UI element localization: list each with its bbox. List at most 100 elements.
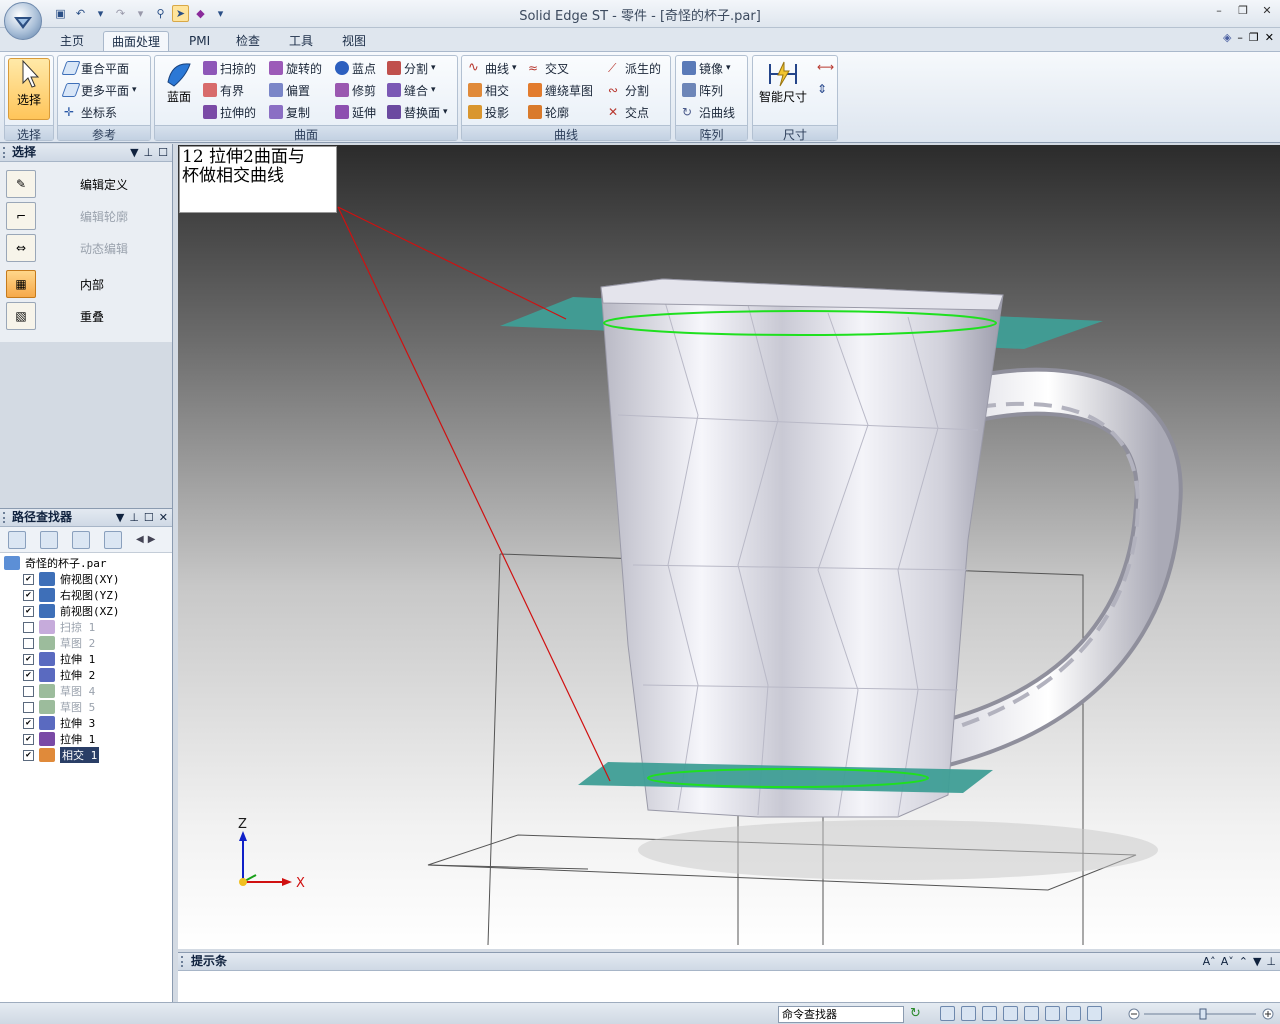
swept-button[interactable]: 扫掠的 — [203, 58, 256, 78]
extend-button[interactable]: 延伸 — [335, 102, 376, 122]
dimension-extra-icon-2[interactable]: ⇕ — [817, 82, 827, 96]
visibility-checkbox[interactable]: ✔ — [23, 653, 34, 665]
pin-icon[interactable]: ⊥ — [129, 509, 139, 526]
split-curve-button[interactable]: ∾ 分割 — [608, 80, 649, 100]
rotate-icon[interactable] — [1024, 1006, 1039, 1021]
derived-button[interactable]: ⟋ 派生的 — [608, 58, 661, 78]
visibility-checkbox[interactable] — [23, 685, 34, 697]
doc-close-button[interactable]: ✕ — [1265, 31, 1274, 44]
trim-button[interactable]: 修剪 — [335, 80, 376, 100]
tab-surfacing[interactable]: 曲面处理 — [103, 31, 170, 52]
sketch-view-icon[interactable] — [1045, 1006, 1060, 1021]
tab-view[interactable]: 视图 — [334, 31, 374, 52]
dynamic-edit-item[interactable]: ⇔ 动态编辑 — [6, 234, 166, 262]
tab-tools[interactable]: 工具 — [281, 31, 321, 52]
tree-item[interactable]: ✔ 右视图(YZ) — [0, 587, 172, 603]
scroll-right-icon[interactable]: ▶ — [148, 534, 156, 545]
scroll-left-icon[interactable]: ◀ — [136, 534, 144, 545]
pane-dropdown-icon[interactable]: ▼ — [116, 509, 124, 526]
contour-button[interactable]: 轮廓 — [528, 102, 569, 122]
overlap-item[interactable]: ▧ 重叠 — [6, 302, 166, 330]
visibility-checkbox[interactable] — [23, 637, 34, 649]
callout-note[interactable]: 12 拉伸2曲面与 杯做相交曲线 — [179, 146, 337, 213]
visibility-checkbox[interactable] — [23, 701, 34, 713]
tree-item[interactable]: 草图 5 — [0, 699, 172, 715]
pin-icon[interactable]: ⊥ — [144, 144, 154, 161]
visibility-checkbox[interactable]: ✔ — [23, 573, 34, 585]
pane-dropdown-icon[interactable]: ▼ — [1253, 953, 1261, 970]
visibility-checkbox[interactable] — [23, 621, 34, 633]
minimize-button[interactable]: – — [1210, 3, 1228, 19]
bounded-button[interactable]: 有界 — [203, 80, 244, 100]
fit-icon[interactable] — [982, 1006, 997, 1021]
tree-root[interactable]: 奇怪的杯子.par — [0, 555, 172, 571]
assembly-tree-icon[interactable] — [72, 530, 90, 549]
project-button[interactable]: 投影 — [468, 102, 509, 122]
tree-item[interactable]: 草图 4 — [0, 683, 172, 699]
font-smaller-icon[interactable]: A˅ — [1221, 953, 1234, 970]
doc-restore-button[interactable]: ❐ — [1249, 31, 1259, 44]
zoom-area-icon[interactable] — [940, 1006, 955, 1021]
layers-icon[interactable] — [104, 530, 122, 549]
pane-grip-icon[interactable] — [181, 956, 184, 967]
help-book-icon[interactable]: ◈ — [1223, 31, 1231, 44]
pane-grip-icon[interactable] — [3, 512, 6, 523]
pane-grip-icon[interactable] — [3, 147, 6, 158]
along-curve-button[interactable]: ↻ 沿曲线 — [682, 102, 735, 122]
visibility-checkbox[interactable]: ✔ — [23, 733, 34, 745]
copy-tree-icon[interactable] — [40, 530, 58, 549]
pane-dropdown-icon[interactable]: ▼ — [130, 144, 138, 161]
curve-button[interactable]: ∿ 曲线 ▾ — [468, 58, 517, 78]
tree-item[interactable]: ✔ 相交 1 — [0, 747, 172, 763]
collapse-icon[interactable]: ⌃ — [1239, 953, 1248, 970]
stitch-button[interactable]: 缝合 ▾ — [387, 80, 436, 100]
tree-item[interactable]: 扫掠 1 — [0, 619, 172, 635]
array-button[interactable]: 阵列 — [682, 80, 723, 100]
inside-item[interactable]: ▦ 内部 — [6, 270, 166, 298]
zoom-slider[interactable] — [1128, 1008, 1274, 1020]
visibility-checkbox[interactable]: ✔ — [23, 589, 34, 601]
shaded-view-icon[interactable] — [1066, 1006, 1081, 1021]
cup-body[interactable] — [600, 278, 1004, 818]
pin-icon[interactable]: ⊥ — [1266, 953, 1276, 970]
tree-item[interactable]: ✔ 俯视图(XY) — [0, 571, 172, 587]
dimension-extra-icon-1[interactable]: ⟷ — [817, 60, 834, 74]
tree-item[interactable]: 草图 2 — [0, 635, 172, 651]
refresh-icon[interactable]: ↻ — [910, 1006, 921, 1021]
select-button[interactable]: 选择 — [8, 58, 50, 120]
application-menu-button[interactable] — [4, 2, 42, 40]
graphics-window[interactable]: Z X 12 拉伸2曲面与 杯做相交曲线 — [178, 145, 1280, 949]
split-button[interactable]: 分割 ▾ — [387, 58, 436, 78]
offset-button[interactable]: 偏置 — [269, 80, 310, 100]
smart-dimension-button[interactable]: 智能尺寸 — [757, 60, 809, 118]
close-button[interactable]: ✕ — [1258, 3, 1276, 19]
edit-profile-item[interactable]: ⌐ 编辑轮廓 — [6, 202, 166, 230]
tree-item[interactable]: ✔ 前视图(XZ) — [0, 603, 172, 619]
tree-item[interactable]: ✔ 拉伸 1 — [0, 731, 172, 747]
coordinate-system-button[interactable]: ✛ 坐标系 — [64, 102, 117, 122]
copy-button[interactable]: 复制 — [269, 102, 310, 122]
bluesurf-button[interactable]: 蓝面 — [161, 58, 197, 118]
tab-pmi[interactable]: PMI — [181, 31, 218, 52]
tree-item[interactable]: ✔ 拉伸 3 — [0, 715, 172, 731]
edit-definition-item[interactable]: ✎ 编辑定义 — [6, 170, 166, 198]
intersection-point-button[interactable]: ✕ 交点 — [608, 102, 649, 122]
visibility-checkbox[interactable]: ✔ — [23, 749, 34, 761]
pane-close-icon[interactable]: ✕ — [159, 509, 168, 526]
bluedot-button[interactable]: 蓝点 — [335, 58, 376, 78]
mirror-button[interactable]: 镜像 ▾ — [682, 58, 731, 78]
tree-item[interactable]: ✔ 拉伸 2 — [0, 667, 172, 683]
feature-tree-icon[interactable] — [8, 530, 26, 549]
visibility-checkbox[interactable]: ✔ — [23, 605, 34, 617]
tab-home[interactable]: 主页 — [52, 31, 92, 52]
pan-icon[interactable] — [1003, 1006, 1018, 1021]
zoom-icon[interactable] — [961, 1006, 976, 1021]
font-larger-icon[interactable]: A˄ — [1203, 953, 1216, 970]
visibility-checkbox[interactable]: ✔ — [23, 717, 34, 729]
command-finder-input[interactable]: 命令查找器 — [778, 1006, 904, 1023]
tab-inspect[interactable]: 检查 — [228, 31, 268, 52]
replace-face-button[interactable]: 替换面 ▾ — [387, 102, 448, 122]
cross-button[interactable]: ≈ 交叉 — [528, 58, 569, 78]
3d-model-view[interactable]: Z X — [178, 145, 1280, 949]
doc-minimize-button[interactable]: – — [1237, 31, 1243, 44]
